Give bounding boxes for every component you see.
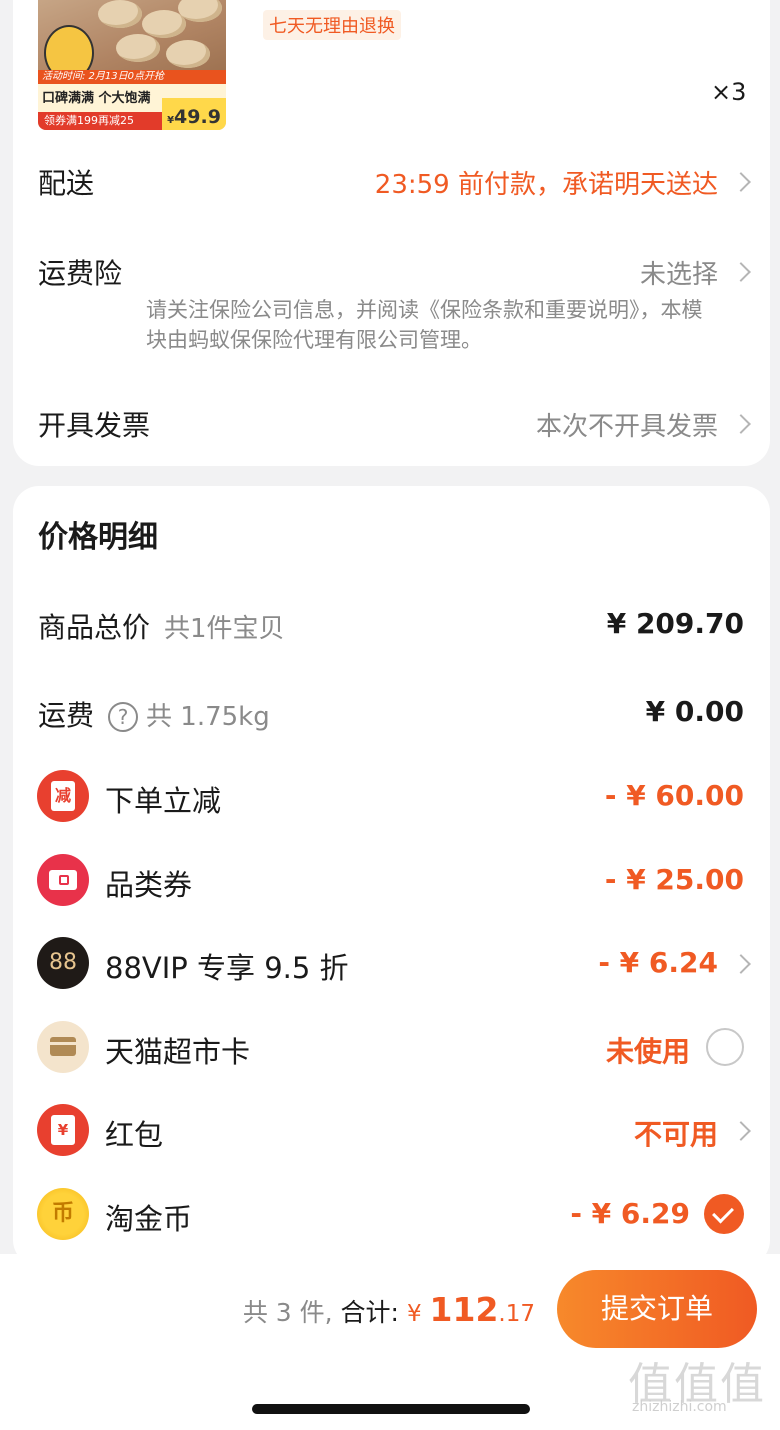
total-label: 合计: [340, 1298, 399, 1327]
coin-amount: - ¥ 6.29 [570, 1197, 690, 1230]
product-quantity: ×3 [711, 78, 747, 106]
home-indicator[interactable] [252, 1404, 530, 1414]
supermarket-card-label: 天猫超市卡 [105, 1035, 251, 1069]
chevron-right-icon[interactable] [731, 414, 751, 434]
freight-label: 运费 [38, 699, 95, 732]
watermark-url: zhizhizhi.com [632, 1399, 727, 1415]
image-coupon: 领券满199再减25 [38, 112, 162, 130]
shipping-insurance-label: 运费险 [38, 257, 123, 290]
88vip-icon: 88 [37, 937, 89, 989]
insurance-note: 请关注保险公司信息，并阅读《保险条款和重要说明》，本模块由蚂蚁保保险代理有限公司… [146, 298, 703, 352]
total-integer: 112 [429, 1290, 499, 1329]
discount-amount: - ¥ 60.00 [604, 779, 744, 812]
card-icon [37, 1021, 89, 1073]
goods-total-row: 商品总价 共1件宝贝 [38, 606, 285, 646]
order-total: 共 3 件, 合计: ¥ 112.17 [243, 1290, 535, 1329]
total-currency: ¥ [406, 1301, 422, 1327]
image-promo-time: 活动时间: 2月13日0点开抢 [38, 70, 226, 84]
coin-icon: 币 [37, 1188, 89, 1240]
red-envelope-icon: ¥ [37, 1104, 89, 1156]
question-icon[interactable]: ? [108, 702, 139, 732]
freight-amount: ¥ 0.00 [645, 695, 744, 728]
supermarket-card-status: 未使用 [605, 1035, 690, 1068]
coupon-label: 品类券 [105, 868, 193, 902]
freight-row: 运费? 共 1.75kg [38, 694, 270, 734]
goods-total-label: 商品总价 [38, 611, 151, 644]
red-envelope-status[interactable]: 不可用 [634, 1113, 718, 1153]
instant-discount-icon: 减 [37, 770, 89, 822]
submit-order-button[interactable]: 提交订单 [557, 1270, 757, 1348]
coin-checkbox[interactable] [704, 1194, 744, 1234]
invoice-value[interactable]: 本次不开具发票 [536, 406, 718, 443]
total-decimal: .17 [498, 1301, 535, 1327]
price-detail-card: 价格明细 商品总价 共1件宝贝 ¥ 209.70 运费? 共 1.75kg ¥ 0.… [13, 486, 770, 1266]
return-policy-tag: 七天无理由退换 [263, 10, 401, 40]
delivery-label: 配送 [38, 167, 95, 200]
vip-discount-amount[interactable]: - ¥ 6.24 [598, 946, 718, 979]
invoice-label: 开具发票 [38, 409, 151, 442]
chevron-right-icon[interactable] [731, 1121, 751, 1141]
goods-total-amount: ¥ 209.70 [606, 607, 744, 640]
delivery-value[interactable]: 23:59 前付款，承诺明天送达 [375, 164, 718, 201]
freight-weight: 共 1.75kg [146, 702, 270, 732]
ticket-icon [37, 854, 89, 906]
vip-discount-label: 88VIP 专享 9.5 折 [105, 951, 349, 985]
shipping-insurance-value[interactable]: 未选择 [640, 254, 718, 291]
item-count: 共 3 件, [242, 1298, 333, 1327]
chevron-right-icon[interactable] [731, 262, 751, 282]
supermarket-card-radio[interactable] [706, 1028, 744, 1066]
chevron-right-icon[interactable] [731, 172, 751, 192]
image-slogan: 口碑满满 个大饱满 [42, 91, 151, 106]
checkout-bar: 共 3 件, 合计: ¥ 112.17 提交订单 值值值 zhizhizhi.c… [0, 1254, 780, 1430]
image-price: ¥49.9 [162, 98, 226, 130]
red-envelope-label: 红包 [105, 1118, 164, 1152]
coupon-amount: - ¥ 25.00 [604, 863, 744, 896]
discount-label: 下单立减 [105, 784, 222, 818]
coin-label: 淘金币 [105, 1202, 193, 1236]
order-info-card: 活动时间: 2月13日0点开抢 口碑满满 个大饱满 领券满199再减25 ¥49… [13, 0, 770, 466]
goods-count: 共1件宝贝 [164, 614, 285, 644]
price-detail-title: 价格明细 [38, 520, 158, 555]
product-thumbnail[interactable]: 活动时间: 2月13日0点开抢 口碑满满 个大饱满 领券满199再减25 ¥49… [38, 0, 226, 130]
chevron-right-icon[interactable] [731, 954, 751, 974]
